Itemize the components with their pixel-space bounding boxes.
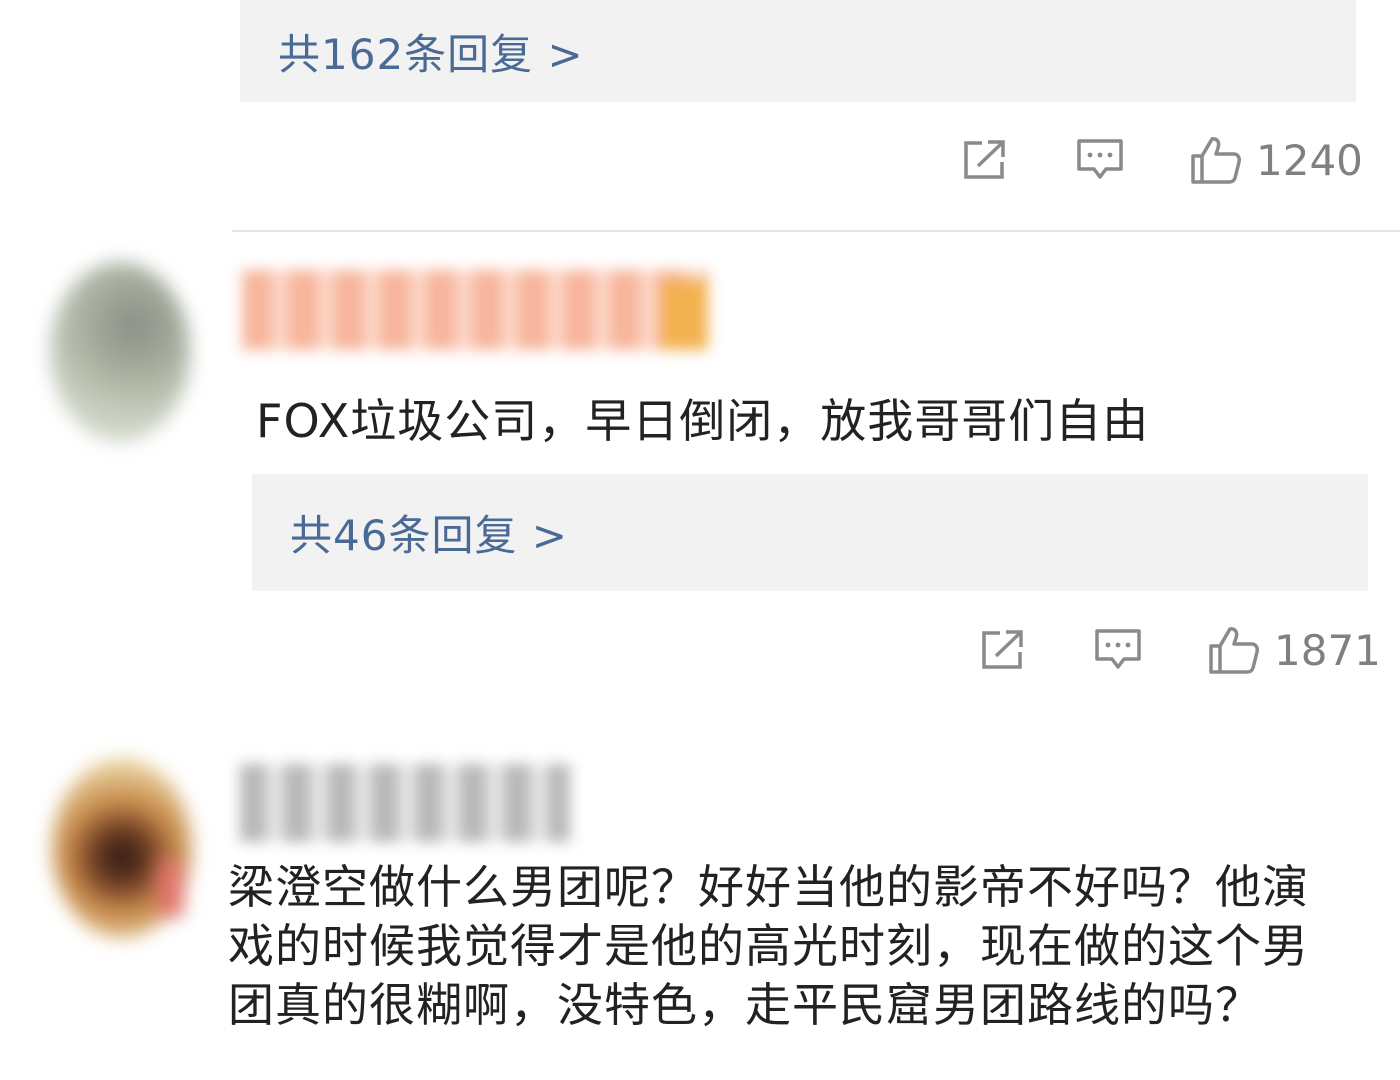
share-button[interactable] [962, 138, 1010, 182]
divider [232, 230, 1400, 232]
like-count: 1871 [1274, 625, 1381, 675]
comment-button[interactable] [1094, 627, 1142, 673]
comment-button[interactable] [1076, 137, 1124, 183]
reply-count-link[interactable]: 共46条回复 > [252, 474, 1368, 591]
like-button[interactable]: 1240 [1190, 135, 1363, 185]
reply-count-link[interactable]: 共162条回复 > [240, 0, 1356, 102]
thumbs-up-icon [1190, 135, 1242, 185]
avatar[interactable] [52, 758, 192, 938]
comment-icon [1076, 137, 1124, 183]
comment-text: 梁澄空做什么男团呢？好好当他的影帝不好吗？他演戏的时候我觉得才是他的高光时刻，现… [228, 860, 1309, 1032]
like-count: 1240 [1256, 135, 1363, 185]
action-bar: 1240 [962, 130, 1363, 190]
comment-text: FOX垃圾公司，早日倒闭，放我哥哥们自由 [256, 394, 1150, 448]
avatar[interactable] [50, 262, 190, 442]
share-icon [980, 628, 1028, 672]
share-icon [962, 138, 1010, 182]
share-button[interactable] [980, 628, 1028, 672]
reply-count-label: 共46条回复 > [290, 511, 568, 560]
reply-count-label: 共162条回复 > [278, 29, 584, 79]
username-blurred[interactable] [240, 764, 570, 842]
action-bar: 1871 [980, 620, 1381, 680]
comment-icon [1094, 627, 1142, 673]
like-button[interactable]: 1871 [1208, 625, 1381, 675]
username-blurred[interactable] [242, 270, 708, 350]
thumbs-up-icon [1208, 625, 1260, 675]
